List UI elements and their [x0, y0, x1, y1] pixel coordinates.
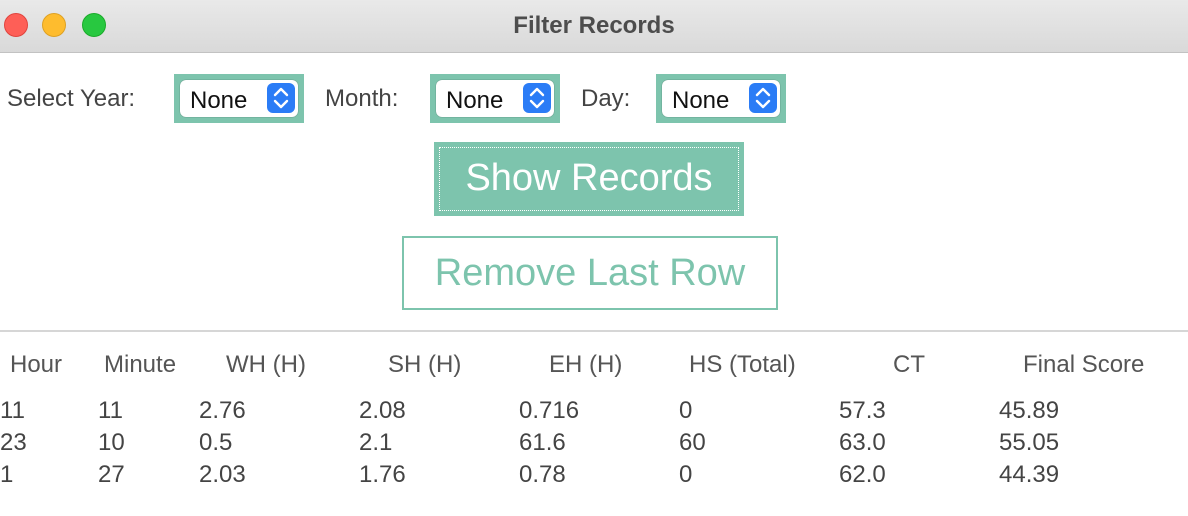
day-select-frame: None [656, 74, 786, 123]
cell-hour: 11 [0, 397, 25, 424]
cell-minute: 11 [98, 397, 123, 424]
month-select-frame: None [430, 74, 560, 123]
month-select[interactable]: None [436, 80, 554, 117]
day-select[interactable]: None [662, 80, 780, 117]
show-records-label: Show Records [465, 157, 713, 199]
column-header-minute: Minute [104, 351, 176, 378]
chevron-up-down-icon [749, 83, 777, 113]
filter-records-window: Filter Records Select Year: None Month: … [0, 0, 1188, 516]
year-label: Select Year: [7, 85, 136, 112]
cell-sh: 2.1 [359, 429, 393, 456]
cell-hs-total: 0 [679, 461, 693, 488]
column-header-ct: CT [893, 351, 925, 378]
show-records-button[interactable]: Show Records [434, 142, 744, 216]
cell-wh: 2.76 [199, 397, 246, 424]
day-select-value: None [672, 87, 730, 114]
column-header-sh: SH (H) [388, 351, 462, 378]
cell-hour: 23 [0, 429, 27, 456]
cell-sh: 2.08 [359, 397, 406, 424]
divider [0, 330, 1188, 332]
year-select[interactable]: None [180, 80, 298, 117]
month-label: Month: [325, 85, 399, 112]
cell-sh: 1.76 [359, 461, 406, 488]
column-header-hs-total: HS (Total) [689, 351, 796, 378]
window-title: Filter Records [513, 12, 675, 39]
chevron-up-down-icon [267, 83, 295, 113]
chevron-up-down-icon [523, 83, 551, 113]
remove-last-row-label: Remove Last Row [434, 252, 746, 294]
year-select-value: None [190, 87, 248, 114]
cell-final-score: 45.89 [999, 397, 1060, 424]
cell-hs-total: 60 [679, 429, 706, 456]
cell-final-score: 55.05 [999, 429, 1060, 456]
cell-wh: 2.03 [199, 461, 246, 488]
cell-minute: 27 [98, 461, 125, 488]
content-area: Select Year: None Month: None Day: None … [0, 53, 1188, 516]
cell-eh: 0.78 [519, 461, 566, 488]
cell-hour: 1 [0, 461, 14, 488]
cell-ct: 63.0 [839, 429, 886, 456]
cell-ct: 57.3 [839, 397, 886, 424]
cell-hs-total: 0 [679, 397, 693, 424]
column-header-hour: Hour [10, 351, 63, 378]
cell-final-score: 44.39 [999, 461, 1060, 488]
cell-eh: 0.716 [519, 397, 580, 424]
cell-eh: 61.6 [519, 429, 566, 456]
column-header-wh: WH (H) [226, 351, 306, 378]
column-header-final-score: Final Score [1023, 351, 1145, 378]
year-select-frame: None [174, 74, 304, 123]
cell-minute: 10 [98, 429, 125, 456]
day-label: Day: [581, 85, 631, 112]
cell-wh: 0.5 [199, 429, 233, 456]
title-bar: Filter Records [0, 0, 1188, 53]
month-select-value: None [446, 87, 504, 114]
cell-ct: 62.0 [839, 461, 886, 488]
column-header-eh: EH (H) [549, 351, 623, 378]
remove-last-row-button[interactable]: Remove Last Row [402, 236, 778, 310]
